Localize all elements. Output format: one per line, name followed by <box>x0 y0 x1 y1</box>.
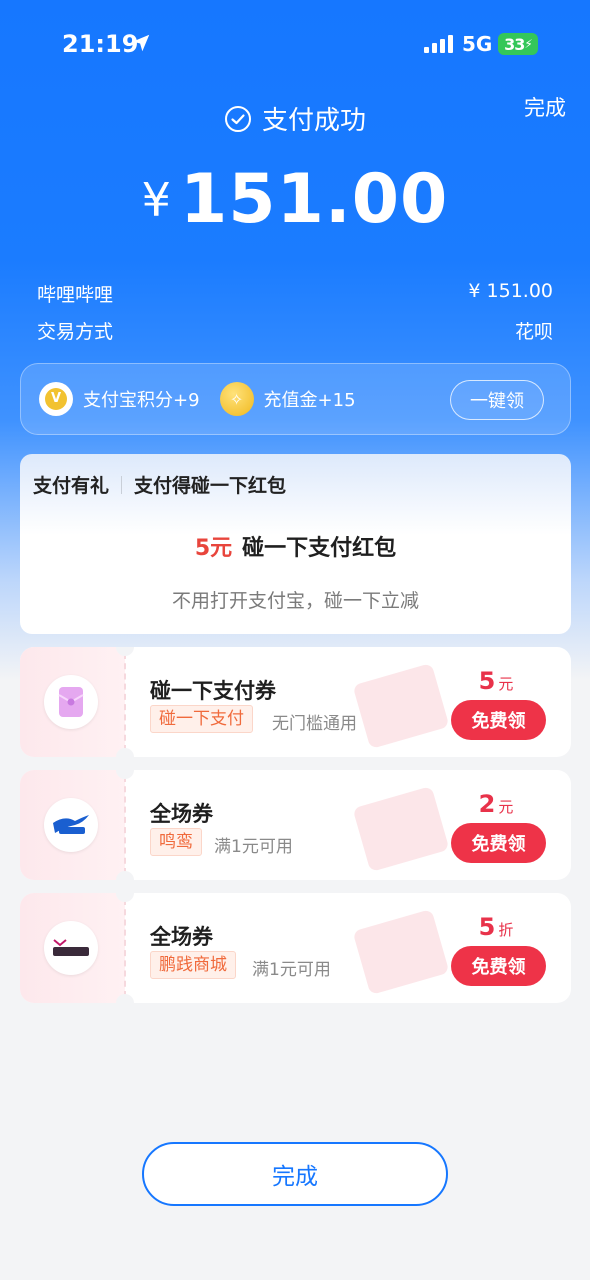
coupon-title: 全场券 <box>150 802 213 826</box>
coupon-title: 碰一下支付券 <box>150 679 276 703</box>
coupon-title: 全场券 <box>150 925 213 949</box>
gift-title: 5元 碰一下支付红包 <box>20 530 571 562</box>
coupon-notch <box>116 994 134 1003</box>
payment-status: 支付成功 <box>0 100 590 137</box>
done-button[interactable]: 完成 <box>142 1142 448 1206</box>
coupon-card[interactable]: 全场券 鹏践商城 满1元可用 5折 免费领 <box>20 893 571 1003</box>
payment-method-label: 交易方式 <box>37 321 114 343</box>
decorative-envelope <box>352 785 450 873</box>
merchant-name: 哔哩哔哩 <box>37 284 114 306</box>
status-bar: 21:19 5G 33 ⚡ <box>0 0 590 88</box>
gift-amount: 5元 <box>194 536 233 561</box>
coupon-value: 5折 <box>446 913 546 941</box>
status-time: 21:19 <box>62 30 139 58</box>
gift-title-text: 碰一下支付红包 <box>242 536 397 561</box>
coupon-value-unit: 元 <box>498 675 514 693</box>
envelope-graphic <box>58 687 84 717</box>
shop-logo-graphic <box>53 939 89 956</box>
reward-bar: V 支付宝积分+9 ✧ 充值金+15 一键领 <box>20 363 571 435</box>
coupon-notch <box>116 748 134 757</box>
claim-coupon-button[interactable]: 免费领 <box>451 823 546 863</box>
claim-coupon-button[interactable]: 免费领 <box>451 700 546 740</box>
claim-all-button[interactable]: 一键领 <box>450 380 544 420</box>
amount-value: 151.00 <box>179 160 449 239</box>
currency-symbol: ¥ <box>141 173 172 227</box>
recharge-reward: ✧ 充值金+15 <box>219 382 356 416</box>
coupon-divider <box>124 653 126 751</box>
coupon-notch <box>116 871 134 880</box>
coupon-value-unit: 折 <box>498 921 514 939</box>
envelope-icon <box>44 675 98 729</box>
coupon-tag: 碰一下支付 <box>150 705 253 733</box>
claim-coupon-button[interactable]: 免费领 <box>451 946 546 986</box>
gift-header: 支付有礼 支付得碰一下红包 <box>33 471 286 498</box>
merchant-amount: ¥ 151.00 <box>468 280 553 302</box>
coupon-card[interactable]: 全场券 鸣鸾 满1元可用 2元 免费领 <box>20 770 571 880</box>
points-reward-text: 支付宝积分+9 <box>83 390 200 411</box>
network-type: 5G <box>462 32 493 56</box>
mingluan-logo-icon <box>44 798 98 852</box>
gift-tag: 支付有礼 <box>33 475 110 497</box>
charging-icon: ⚡ <box>524 37 533 51</box>
coupon-condition: 无门槛通用 <box>272 714 357 734</box>
bird-logo-graphic <box>53 815 89 834</box>
gold-coin-icon: ✧ <box>219 382 254 416</box>
coupon-tag: 鸣鸾 <box>150 828 202 856</box>
pengjian-logo-icon <box>44 921 98 975</box>
merchant-row: 哔哩哔哩 ¥ 151.00 <box>37 280 553 307</box>
gift-divider <box>121 475 123 494</box>
recharge-reward-text: 充值金+15 <box>263 390 356 411</box>
payment-success-text: 支付成功 <box>261 106 366 136</box>
coupon-tag: 鹏践商城 <box>150 951 236 979</box>
location-arrow-icon <box>132 34 150 52</box>
battery-level: 33 <box>504 34 525 54</box>
payment-gift-card[interactable]: 支付有礼 支付得碰一下红包 5元 碰一下支付红包 不用打开支付宝，碰一下立减 <box>20 454 571 634</box>
coupon-condition: 满1元可用 <box>214 837 293 857</box>
payment-method-value: 花呗 <box>514 321 553 343</box>
coupon-value: 5元 <box>446 667 546 695</box>
coupon-card[interactable]: 碰一下支付券 碰一下支付 无门槛通用 5元 免费领 <box>20 647 571 757</box>
decorative-envelope <box>352 662 450 750</box>
coupon-value-number: 5 <box>478 667 496 695</box>
gift-heading: 支付得碰一下红包 <box>134 475 287 497</box>
payment-amount: ¥151.00 <box>0 160 590 239</box>
coupon-value-number: 5 <box>478 913 496 941</box>
decorative-envelope <box>352 908 450 996</box>
coupon-divider <box>124 776 126 874</box>
coupon-divider <box>124 899 126 997</box>
signal-icon <box>424 35 453 53</box>
coupon-value: 2元 <box>446 790 546 818</box>
coupon-value-number: 2 <box>478 790 496 818</box>
coupon-condition: 满1元可用 <box>252 960 331 980</box>
coupon-value-unit: 元 <box>498 798 514 816</box>
points-coin-icon: V <box>39 382 73 416</box>
payment-method-row: 交易方式 花呗 <box>37 317 553 344</box>
battery-icon: 33 ⚡ <box>498 33 538 55</box>
check-circle-icon <box>224 105 251 132</box>
gift-subtitle: 不用打开支付宝，碰一下立减 <box>171 590 419 612</box>
points-reward: V 支付宝积分+9 <box>39 382 200 416</box>
